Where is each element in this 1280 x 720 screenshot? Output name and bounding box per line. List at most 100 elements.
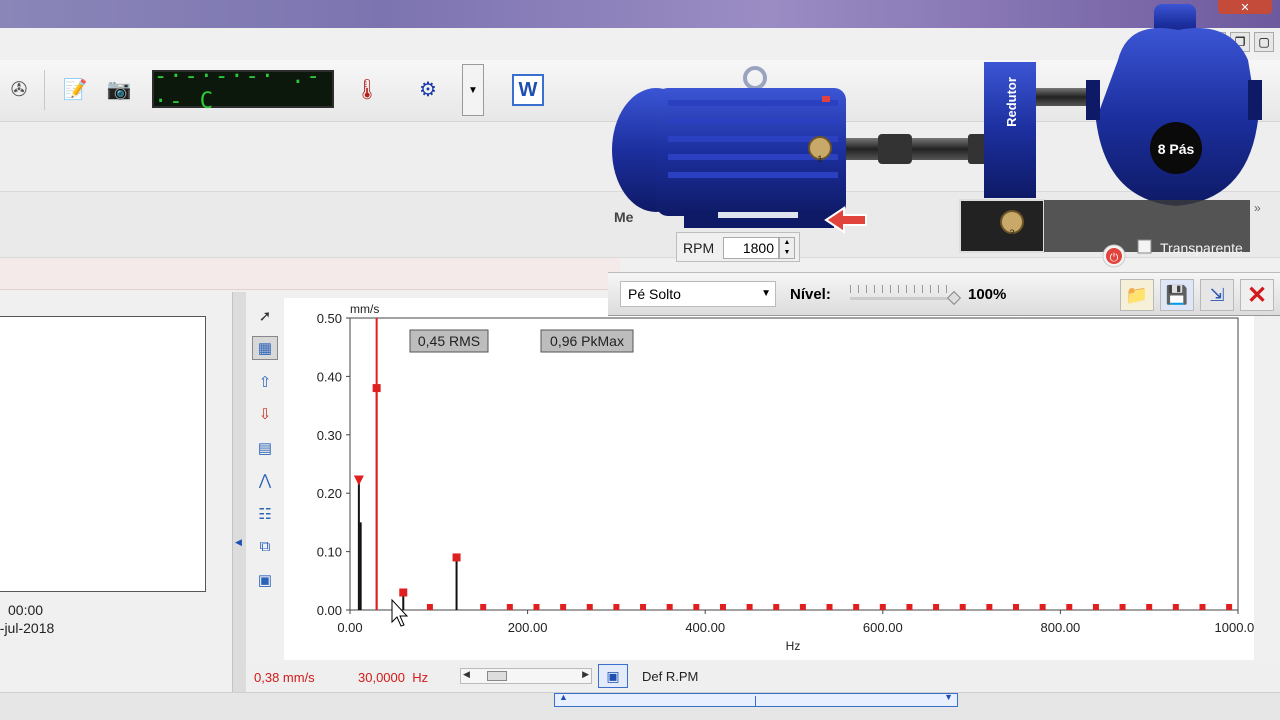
collapse-arrow-icon[interactable]: ◀	[235, 537, 244, 551]
zoom-box-icon[interactable]: ▦	[252, 336, 278, 360]
transparent-label: Transparente	[1160, 240, 1243, 256]
save-chart-icon[interactable]: ▣	[252, 568, 278, 592]
thermometer-icon[interactable]: 🌡	[350, 72, 384, 106]
level-value: 100%	[968, 286, 1007, 303]
export-chart-icon[interactable]: ▤	[252, 436, 278, 460]
level-slider[interactable]	[850, 283, 962, 306]
word-icon[interactable]: W	[512, 74, 544, 106]
x-tick-label: 600.00	[863, 620, 903, 635]
fan-icon[interactable]: ✇	[2, 72, 36, 106]
report-icon[interactable]: 📝	[58, 72, 92, 106]
x-tick-label: 1000.00	[1215, 620, 1255, 635]
pkmax-box: 0,96 PkMax	[540, 329, 634, 353]
harmonic-marker	[560, 604, 567, 610]
svg-text:⏻: ⏻	[1110, 252, 1119, 264]
motor-icon[interactable]: ⚙	[406, 72, 450, 106]
harmonic-marker	[906, 604, 913, 610]
y-tick-label: 0.30	[317, 428, 342, 443]
scale-up-icon[interactable]: ⇧	[252, 370, 278, 394]
x-tick-label: 400.00	[685, 620, 725, 635]
spectrum-svg: mm/s Hz 0.00 0.10 0.20 0.30 0.40 0.50 0.00 200…	[317, 302, 1262, 653]
fault-select[interactable]: Pé Solto ▼	[620, 281, 776, 307]
harmonic-marker	[826, 604, 833, 610]
peak-marker	[452, 553, 461, 562]
range-divider	[755, 696, 756, 706]
fault-control-row: Pé Solto ▼ Nível: 100% 📁 💾 ⇲ ✕	[608, 272, 1280, 316]
pkmax-label: 0,96 PkMax	[550, 333, 624, 349]
frequency-readout: 30,0000 Hz	[358, 670, 429, 685]
scroll-thumb[interactable]	[487, 671, 507, 681]
harmonic-marker	[426, 604, 433, 610]
range-right-icon[interactable]: ▼	[944, 692, 953, 702]
pointer-icon[interactable]: ➚	[252, 304, 278, 328]
transparent-checkbox[interactable]	[1137, 239, 1152, 254]
y-tick-label: 0.00	[317, 603, 342, 618]
harmonic-marker	[693, 604, 700, 610]
def-rpm-icon[interactable]: ▣	[598, 664, 628, 688]
range-left-icon[interactable]: ▲	[559, 692, 568, 702]
rpm-control: RPM 1800 ▲ ▼	[676, 232, 800, 262]
lcd-display: -·-·-·-· .-·- C	[152, 64, 334, 114]
peak-marker	[399, 588, 408, 597]
expand-icon[interactable]: »	[1254, 201, 1261, 215]
rpm-input[interactable]: 1800	[723, 237, 779, 259]
y-tick-label: 0.50	[317, 311, 342, 326]
chart-scrollbar[interactable]: ◀ ▶	[460, 668, 592, 684]
range-selector[interactable]: ▲ ▼	[554, 692, 958, 707]
plot-area	[349, 317, 1239, 611]
harmonic-marker	[506, 604, 513, 610]
y-tick-label: 0.40	[317, 369, 342, 384]
dropdown-arrow-icon[interactable]: ▼	[462, 64, 484, 116]
scroll-left-icon[interactable]: ◀	[463, 669, 470, 680]
toolbar-divider	[44, 70, 45, 110]
save-icon[interactable]: 💾	[1160, 279, 1194, 311]
harmonic-marker	[1013, 604, 1019, 610]
scale-down-icon[interactable]: ⇩	[252, 402, 278, 426]
rms-label: 0,45 RMS	[418, 333, 480, 349]
svg-text:1: 1	[817, 154, 822, 164]
panel-splitter[interactable]: ◀	[232, 292, 246, 720]
harmonic-marker	[719, 604, 726, 610]
alarm-band	[0, 258, 620, 290]
reducer-label: Redutor	[1004, 77, 1019, 127]
y-axis-title: mm/s	[350, 302, 379, 316]
rpm-spinner[interactable]: ▲ ▼	[779, 237, 795, 259]
svg-text:2: 2	[1009, 228, 1014, 238]
shaft	[846, 138, 986, 160]
peak-marker	[372, 384, 381, 393]
harmonic-marker	[586, 604, 593, 610]
open-folder-icon[interactable]: 📁	[1120, 279, 1154, 311]
harmonic-marker	[480, 604, 487, 610]
amplitude-readout: 0,38 mm/s	[254, 670, 315, 685]
spectrum-chart[interactable]: mm/s Hz 0.00 0.10 0.20 0.30 0.40 0.50 0.00 200…	[284, 298, 1262, 660]
camera-icon[interactable]: 📷	[102, 72, 136, 106]
peak-marker-icon[interactable]: ⋀	[252, 468, 278, 492]
harmonic-marker	[879, 604, 886, 610]
rpm-label: RPM	[683, 240, 715, 256]
harmonic-marker	[799, 604, 806, 610]
trend-plot[interactable]	[0, 316, 206, 592]
harmonic-marker-icon[interactable]: ☷	[252, 502, 278, 526]
harmonic-marker	[613, 604, 620, 610]
harmonic-marker	[1092, 604, 1099, 610]
harmonic-marker	[986, 604, 993, 610]
level-label: Nível:	[790, 286, 831, 303]
harmonic-marker	[640, 604, 647, 610]
power-icon[interactable]: ⏻	[1102, 244, 1126, 268]
x-axis-title: Hz	[786, 639, 801, 653]
harmonic-marker	[1199, 604, 1206, 610]
harmonic-marker	[1039, 604, 1046, 610]
scroll-right-icon[interactable]: ▶	[582, 669, 589, 680]
reducer-drawing: Redutor	[984, 62, 1036, 198]
close-overlay-icon[interactable]: ✕	[1240, 279, 1274, 311]
export-icon[interactable]: ⇲	[1200, 279, 1234, 311]
harmonic-marker	[933, 604, 940, 610]
y-tick-label: 0.10	[317, 545, 342, 560]
def-rpm-label[interactable]: Def R.PM	[642, 669, 698, 684]
harmonic-marker	[1226, 604, 1233, 610]
compare-icon[interactable]: ⧉	[252, 534, 278, 558]
level-slider-thumb[interactable]	[946, 290, 962, 306]
y-tick-label: 0.20	[317, 486, 342, 501]
harmonic-marker	[1119, 604, 1126, 610]
harmonic-marker	[1146, 604, 1153, 610]
